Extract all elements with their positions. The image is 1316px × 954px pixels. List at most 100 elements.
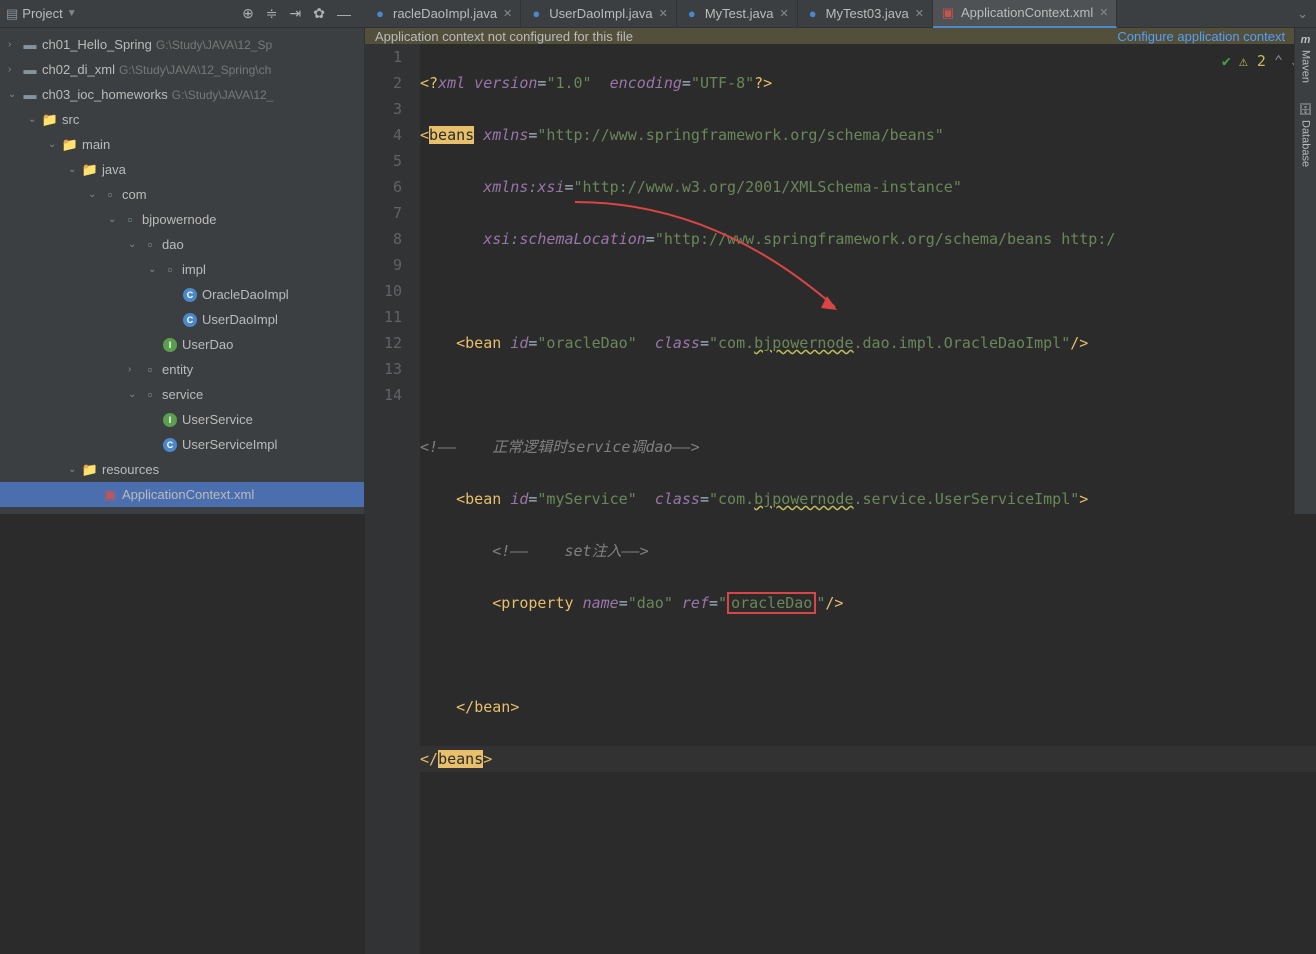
collapse-icon[interactable]: ⇥ <box>290 5 302 22</box>
project-tree: ›▬ch01_Hello_SpringG:\Study\JAVA\12_Sp›▬… <box>0 28 364 511</box>
tree-label: UserDao <box>182 337 233 352</box>
tree-chevron-icon[interactable]: › <box>8 64 22 75</box>
tree-item[interactable]: ⌄▫dao <box>0 232 364 257</box>
t: </ <box>456 698 474 716</box>
package-icon: ▫ <box>142 362 158 377</box>
xml-decl-open: <? <box>420 74 438 92</box>
line-number[interactable]: 10 <box>365 278 402 304</box>
tree-chevron-icon[interactable]: › <box>128 364 142 375</box>
tree-chevron-icon[interactable]: ⌄ <box>48 139 62 150</box>
tree-path: G:\Study\JAVA\12_Spring\ch <box>119 63 271 77</box>
check-icon[interactable]: ✔ <box>1222 48 1231 74</box>
tree-item[interactable]: ⌄▫impl <box>0 257 364 282</box>
close-icon[interactable]: ✕ <box>503 7 512 20</box>
database-toolwindow-button[interactable]: 🗄 Database <box>1299 103 1313 167</box>
close-icon[interactable]: ✕ <box>659 7 668 20</box>
line-number[interactable]: 3 <box>365 96 402 122</box>
folder-src-icon: 📁 <box>82 162 98 178</box>
t: bjpowernode <box>754 334 853 352</box>
tree-item[interactable]: ⌄▫com <box>0 182 364 207</box>
t: > <box>510 698 519 716</box>
tree-item[interactable]: C UserDaoImpl <box>0 307 364 332</box>
t: bean <box>474 698 510 716</box>
class-icon: C <box>182 313 198 327</box>
tree-chevron-icon[interactable]: ⌄ <box>8 89 22 100</box>
tree-chevron-icon[interactable]: ⌄ <box>108 214 122 225</box>
banner-message: Application context not configured for t… <box>375 29 633 44</box>
warning-badge[interactable]: ⚠ 2 <box>1239 48 1266 74</box>
tree-item[interactable]: ⌄📁resources <box>0 457 364 482</box>
tree-item[interactable]: IUserDao <box>0 332 364 357</box>
tree-item[interactable]: ⌄▫bjpowernode <box>0 207 364 232</box>
tree-item[interactable]: ›▬ch01_Hello_SpringG:\Study\JAVA\12_Sp <box>0 32 364 57</box>
tree-chevron-icon[interactable]: ⌄ <box>68 464 82 475</box>
t: < <box>492 594 501 612</box>
expand-icon[interactable]: ≑ <box>266 5 278 22</box>
xml-file-icon: ▣ <box>941 6 955 20</box>
editor-tab[interactable]: ●MyTest03.java✕ <box>798 0 933 28</box>
editor-tab[interactable]: ●racleDaoImpl.java✕ <box>365 0 521 28</box>
line-gutter: 1234567891011121314 <box>365 44 420 954</box>
tree-chevron-icon[interactable]: ⌄ <box>148 264 162 275</box>
chevron-up-icon[interactable]: ⌃ <box>1274 48 1283 74</box>
tree-item[interactable]: ›▬ch02_di_xmlG:\Study\JAVA\12_Spring\ch <box>0 57 364 82</box>
tabs-dropdown-icon[interactable]: ⌄ <box>1289 6 1316 22</box>
tree-item[interactable]: ⌄📁src <box>0 107 364 132</box>
tree-item[interactable]: ▣ApplicationContext.xml <box>0 482 364 507</box>
line-number[interactable]: 2 <box>365 70 402 96</box>
line-number[interactable]: 12 <box>365 330 402 356</box>
line-number[interactable]: 4 <box>365 122 402 148</box>
close-icon[interactable]: ✕ <box>779 7 788 20</box>
editor-tab[interactable]: ●UserDaoImpl.java✕ <box>521 0 677 28</box>
t: " <box>816 594 825 612</box>
line-number[interactable]: 8 <box>365 226 402 252</box>
project-tree-panel[interactable]: ›▬ch01_Hello_SpringG:\Study\JAVA\12_Sp›▬… <box>0 28 365 514</box>
configure-context-link[interactable]: Configure application context <box>1117 29 1285 44</box>
line-number[interactable]: 7 <box>365 200 402 226</box>
package-icon: ▫ <box>142 237 158 252</box>
maven-toolwindow-button[interactable]: m Maven <box>1300 34 1312 83</box>
code-editor[interactable]: 1234567891011121314 <?xml version="1.0" … <box>365 44 1316 954</box>
project-selector[interactable]: ▤ Project ▼ <box>6 6 77 22</box>
t: xmlns:xsi <box>483 178 564 196</box>
locate-icon[interactable]: ⊕ <box>242 5 254 22</box>
t: /> <box>1070 334 1088 352</box>
tree-label: impl <box>182 262 206 277</box>
line-number[interactable]: 1 <box>365 44 402 70</box>
tree-chevron-icon[interactable]: ⌄ <box>128 239 142 250</box>
tree-chevron-icon[interactable]: ⌄ <box>68 164 82 175</box>
tree-item[interactable]: CUserServiceImpl <box>0 432 364 457</box>
close-icon[interactable]: ✕ <box>1099 6 1108 19</box>
hide-icon[interactable]: — <box>337 6 351 22</box>
editor-tab[interactable]: ●MyTest.java✕ <box>677 0 798 28</box>
tree-chevron-icon[interactable]: ⌄ <box>128 389 142 400</box>
line-number[interactable]: 14 <box>365 382 402 408</box>
editor-tab[interactable]: ▣ApplicationContext.xml✕ <box>933 0 1117 28</box>
line-number[interactable]: 11 <box>365 304 402 330</box>
tree-item[interactable]: IUserService <box>0 407 364 432</box>
code-content[interactable]: <?xml version="1.0" encoding="UTF-8"?> <… <box>420 44 1316 954</box>
tree-item[interactable]: ⌄📁java <box>0 157 364 182</box>
t: .dao.impl.OracleDaoImpl" <box>854 334 1071 352</box>
line-number[interactable]: 6 <box>365 174 402 200</box>
close-icon[interactable]: ✕ <box>915 7 924 20</box>
line-number[interactable]: 5 <box>365 148 402 174</box>
tree-item[interactable]: ⌄📁main <box>0 132 364 157</box>
tree-item[interactable]: ›▫entity <box>0 357 364 382</box>
gear-icon[interactable]: ✿ <box>313 5 325 22</box>
tree-item[interactable]: ⌄▫service <box>0 382 364 407</box>
tree-label: UserService <box>182 412 253 427</box>
line-number[interactable]: 9 <box>365 252 402 278</box>
maven-label: Maven <box>1300 50 1312 83</box>
tree-label: UserDaoImpl <box>202 312 278 327</box>
class-icon: C <box>162 438 178 452</box>
t: ?> <box>754 74 772 92</box>
line-number[interactable]: 13 <box>365 356 402 382</box>
tree-chevron-icon[interactable]: ⌄ <box>88 189 102 200</box>
tree-item[interactable]: COracleDaoImpl <box>0 282 364 307</box>
tree-item[interactable]: ⌄▬ch03_ioc_homeworksG:\Study\JAVA\12_ <box>0 82 364 107</box>
t: name <box>583 594 619 612</box>
tree-chevron-icon[interactable]: ⌄ <box>28 114 42 125</box>
editor-area: Application context not configured for t… <box>365 28 1316 514</box>
tree-chevron-icon[interactable]: › <box>8 39 22 50</box>
